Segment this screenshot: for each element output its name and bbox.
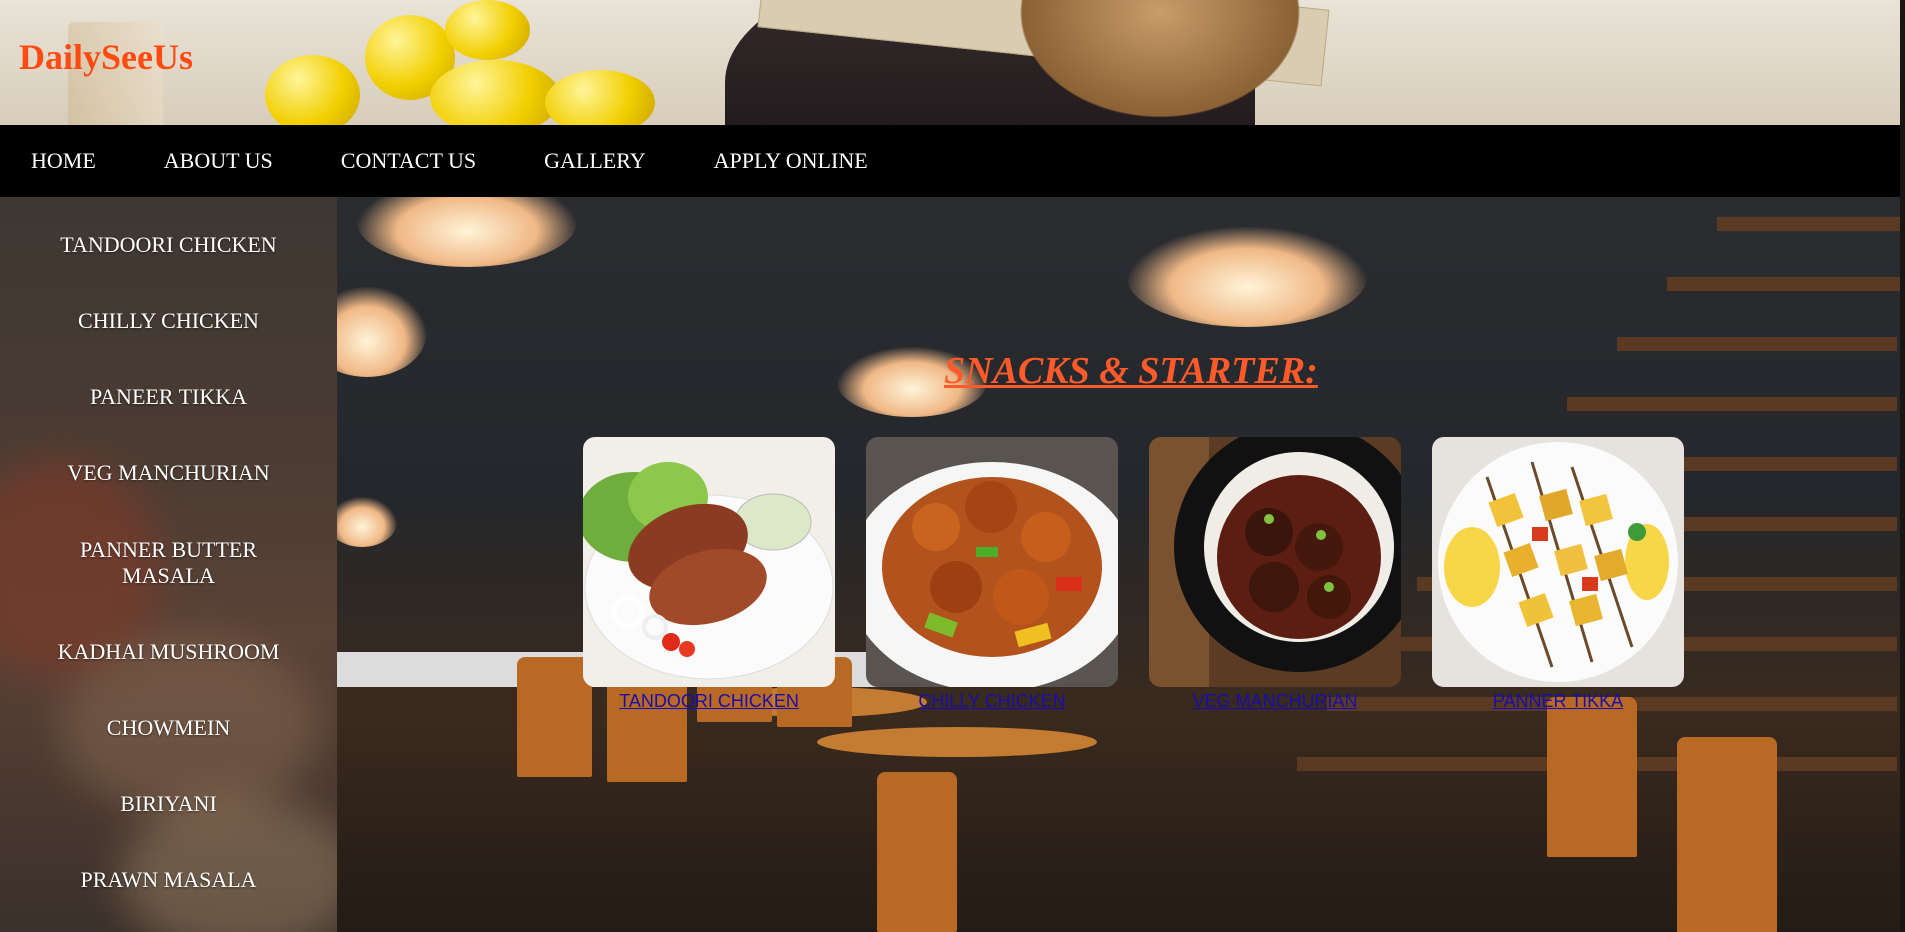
veg-manchurian-photo[interactable]	[1149, 437, 1401, 687]
brand-logo-text[interactable]: DailySeeUs	[19, 36, 193, 78]
nav-gallery[interactable]: GALLERY	[544, 148, 645, 174]
pendant-lamp-image	[357, 197, 577, 267]
dish-card-veg-manchurian: VEG MANCHURIAN	[1149, 437, 1401, 717]
pendant-lamp-image	[1127, 227, 1367, 327]
background-stair-image	[1717, 217, 1900, 231]
nav-about-us[interactable]: ABOUT US	[164, 148, 273, 174]
nav-apply-online[interactable]: APPLY ONLINE	[714, 148, 868, 174]
sidebar-item-prawn-masala[interactable]: PRAWN MASALA	[0, 867, 337, 893]
section-title: SNACKS & STARTER:	[944, 350, 1318, 392]
background-stair-image	[1617, 337, 1897, 351]
dish-link-chilly-chicken[interactable]: CHILLY CHICKEN	[866, 691, 1118, 712]
dish-card-tandoori-chicken: TANDOORI CHICKEN	[583, 437, 835, 717]
table-image	[817, 727, 1097, 757]
header-banner: DailySeeUs	[0, 0, 1900, 125]
sidebar-item-chowmein[interactable]: CHOWMEIN	[0, 715, 337, 741]
pendant-lamp-image	[337, 287, 427, 377]
dish-card-chilly-chicken: CHILLY CHICKEN	[866, 437, 1118, 717]
sidebar-item-panner-butter-masala[interactable]: PANNER BUTTER MASALA	[58, 537, 279, 589]
chair-image	[517, 657, 592, 777]
dish-link-paneer-tikka[interactable]: PANNER TIKKA	[1432, 691, 1684, 712]
sidebar-background-image	[120, 797, 337, 932]
sidebar-item-tandoori-chicken[interactable]: TANDOORI CHICKEN	[0, 232, 337, 258]
background-stair-image	[1567, 397, 1897, 411]
chilly-chicken-photo[interactable]	[866, 437, 1118, 687]
dish-link-tandoori-chicken[interactable]: TANDOORI CHICKEN	[583, 691, 835, 712]
lemon-image	[545, 70, 655, 125]
nav-contact-us[interactable]: CONTACT US	[341, 148, 476, 174]
chair-image	[1677, 737, 1777, 932]
sidebar-item-paneer-tikka[interactable]: PANEER TIKKA	[0, 384, 337, 410]
pendant-lamp-image	[337, 497, 397, 547]
main-content: SNACKS & STARTER: TANDOORI CHICKEN CHILL…	[337, 197, 1900, 932]
chair-image	[1547, 697, 1637, 857]
main-navigation: HOME ABOUT US CONTACT US GALLERY APPLY O…	[0, 125, 1900, 197]
menu-sidebar: TANDOORI CHICKEN CHILLY CHICKEN PANEER T…	[0, 197, 337, 932]
sidebar-item-biriyani[interactable]: BIRIYANI	[0, 791, 337, 817]
chair-image	[877, 772, 957, 932]
nav-home[interactable]: HOME	[31, 148, 96, 174]
dish-card-paneer-tikka: PANNER TIKKA	[1432, 437, 1684, 717]
lemon-image	[265, 55, 360, 125]
bowl-image	[1010, 0, 1310, 125]
background-stair-image	[1667, 277, 1900, 291]
sidebar-item-chilly-chicken[interactable]: CHILLY CHICKEN	[0, 308, 337, 334]
paneer-tikka-photo[interactable]	[1432, 437, 1684, 687]
dish-link-veg-manchurian[interactable]: VEG MANCHURIAN	[1149, 691, 1401, 712]
lemon-image	[445, 0, 530, 60]
lemon-image	[430, 60, 560, 125]
tandoori-chicken-photo[interactable]	[583, 437, 835, 687]
sidebar-item-kadhai-mushroom[interactable]: KADHAI MUSHROOM	[0, 639, 337, 665]
sidebar-item-veg-manchurian[interactable]: VEG MANCHURIAN	[0, 460, 337, 486]
